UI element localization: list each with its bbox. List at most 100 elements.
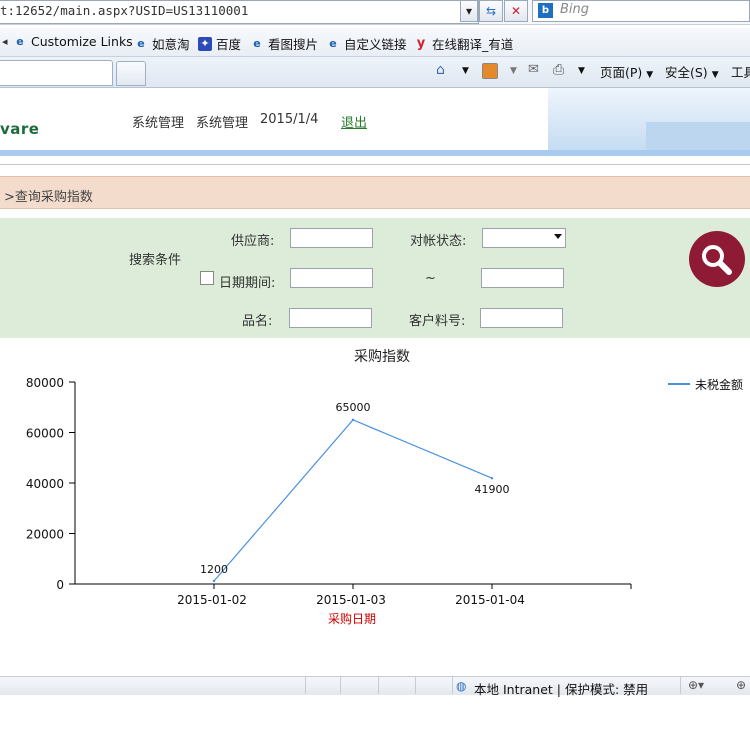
search-button[interactable] — [689, 231, 745, 287]
bing-logo-icon: b — [538, 3, 553, 18]
favorite-label: 自定义链接 — [344, 37, 407, 52]
reconcile-status-select[interactable] — [482, 228, 566, 248]
y-tick-label: 40000 — [26, 477, 64, 491]
favorite-label: 百度 — [216, 37, 242, 52]
baidu-paw-icon: ✦ — [198, 36, 212, 51]
stop-button[interactable]: ✕ — [504, 0, 528, 22]
url-text: t:12652/main.aspx?USID=US13110001 — [0, 3, 249, 18]
nav-system-manage-2[interactable]: 系统管理 — [196, 112, 248, 131]
page-menu-label: 页面(P) — [600, 65, 643, 80]
new-tab-button[interactable] — [116, 61, 146, 86]
brand-logo: vare — [0, 120, 40, 138]
ie-page-icon: e — [329, 37, 337, 50]
globe-icon: ◍ — [456, 679, 467, 693]
browser-tab-active[interactable] — [0, 60, 113, 86]
chevron-down-icon[interactable]: ▼ — [578, 66, 585, 76]
refresh-icon: ⇆ — [485, 4, 497, 18]
tools-menu[interactable]: 工具 — [731, 62, 750, 81]
purchase-index-chart: 0 20000 40000 60000 80000 2015-01-02 2015-01-0… — [26, 376, 743, 626]
status-divider — [378, 676, 379, 694]
status-divider — [305, 676, 306, 694]
favorite-custom-link[interactable]: e 自定义链接 — [326, 34, 407, 53]
date-to-input[interactable] — [481, 268, 564, 288]
y-tick-label: 60000 — [26, 427, 64, 441]
favorite-kantu[interactable]: e 看图搜片 — [250, 34, 318, 53]
favorite-label: 如意淘 — [152, 37, 190, 52]
chevron-down-icon[interactable]: ▼ — [462, 66, 469, 76]
favorite-ruyitao[interactable]: e 如意淘 — [134, 34, 190, 53]
y-tick-label: 0 — [56, 578, 64, 592]
favorite-customize-links[interactable]: e Customize Links — [13, 34, 133, 49]
youdao-icon: y — [416, 36, 426, 51]
breadcrumb-bar — [0, 176, 750, 209]
favorite-label: 看图搜片 — [268, 37, 319, 52]
logout-link[interactable]: 退出 — [341, 112, 367, 131]
chevron-down-icon: ▼ — [711, 70, 719, 80]
date-from-input[interactable] — [290, 268, 373, 288]
address-dropdown-button[interactable]: ▾ — [460, 0, 478, 22]
date-range-label: 日期期间: — [219, 276, 276, 291]
legend-label: 未税金额 — [695, 377, 743, 392]
ie-page-icon: e — [16, 35, 24, 48]
supplier-label: 供应商: — [231, 234, 275, 249]
search-placeholder: Bing — [560, 2, 590, 17]
y-tick-label: 80000 — [26, 376, 64, 390]
zoom-icon[interactable]: ⊕▾ — [688, 678, 704, 692]
header-banner-decor — [646, 122, 750, 150]
status-divider — [415, 676, 416, 694]
home-icon[interactable]: ⌂ — [436, 62, 445, 78]
chevron-down-icon — [554, 234, 562, 239]
favorite-baidu[interactable]: ✦ 百度 — [198, 34, 241, 53]
data-label: 41900 — [475, 483, 510, 496]
zoom-level-icon[interactable]: ⊕ — [736, 678, 746, 692]
data-point — [212, 579, 216, 583]
ie-page-icon: e — [137, 37, 145, 50]
search-conditions-label: 搜索条件 — [129, 253, 182, 268]
data-point — [490, 477, 494, 480]
supplier-input[interactable] — [290, 228, 373, 248]
breadcrumb: >查询采购指数 — [4, 190, 93, 205]
status-divider — [452, 676, 453, 694]
chevron-down-icon: ▾ — [465, 4, 473, 18]
ie-page-icon: e — [253, 37, 261, 50]
favorite-label: 在线翻译_有道 — [432, 37, 514, 52]
x-tick-label: 2015-01-02 — [177, 593, 247, 607]
data-point — [351, 418, 355, 422]
divider — [0, 164, 750, 165]
zone-status-text: 本地 Intranet | 保护模式: 禁用 — [474, 682, 649, 697]
x-tick-label: 2015-01-03 — [316, 593, 386, 607]
page-menu[interactable]: 页面(P) ▼ — [600, 62, 653, 81]
x-tick-label: 2015-01-04 — [455, 593, 525, 607]
status-divider — [340, 676, 341, 694]
date-range-checkbox[interactable] — [200, 271, 214, 285]
search-panel — [0, 218, 750, 338]
magnifier-icon — [702, 245, 732, 275]
favorites-chevron-icon: ◂ — [2, 35, 8, 48]
x-axis-title: 采购日期 — [328, 611, 376, 626]
customer-part-no-input[interactable] — [480, 308, 563, 328]
status-divider — [680, 676, 681, 694]
print-icon[interactable]: ⎙ — [553, 62, 564, 78]
current-date: 2015/1/4 — [260, 112, 319, 127]
mail-icon[interactable]: ✉ — [528, 62, 539, 77]
favorite-youdao[interactable]: y 在线翻译_有道 — [414, 34, 514, 53]
chevron-down-icon[interactable]: ▼ — [510, 66, 517, 76]
tools-menu-label: 工具 — [731, 65, 750, 80]
safety-menu[interactable]: 安全(S) ▼ — [665, 62, 719, 81]
customer-part-no-label: 客户料号: — [409, 314, 466, 329]
chevron-down-icon: ▼ — [646, 70, 654, 80]
safety-menu-label: 安全(S) — [665, 65, 708, 80]
nav-system-manage-1[interactable]: 系统管理 — [132, 112, 184, 131]
header-stripe — [0, 150, 750, 156]
product-name-label: 品名: — [242, 314, 273, 329]
address-field[interactable]: t:12652/main.aspx?USID=US13110001 — [0, 0, 479, 24]
product-name-input[interactable] — [289, 308, 372, 328]
rss-feed-icon[interactable] — [482, 63, 498, 79]
data-label: 65000 — [336, 401, 371, 414]
refresh-button[interactable]: ⇆ — [479, 0, 503, 22]
close-icon: ✕ — [510, 4, 522, 18]
data-label: 1200 — [200, 563, 228, 576]
reconcile-status-label: 对帐状态: — [410, 234, 467, 249]
favorite-label: Customize Links — [31, 34, 133, 49]
series-line — [213, 419, 493, 582]
